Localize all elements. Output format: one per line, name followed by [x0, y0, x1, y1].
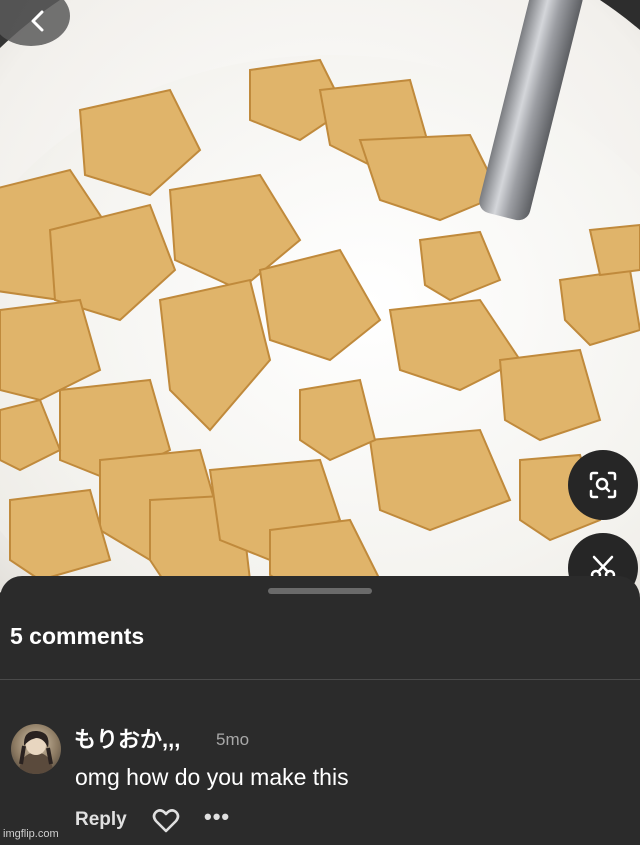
avatar[interactable] — [11, 724, 61, 774]
more-options-button[interactable]: ••• — [204, 804, 230, 830]
chevron-left-icon — [31, 10, 44, 32]
comments-sheet: 5 comments もりおか,,, 5mo omg how do you ma… — [0, 576, 640, 845]
reply-button[interactable]: Reply — [75, 809, 127, 831]
divider — [0, 679, 640, 680]
post-image[interactable] — [0, 0, 640, 600]
sheet-drag-handle[interactable] — [268, 588, 372, 594]
comment-text: omg how do you make this — [75, 764, 349, 790]
heart-outline-icon[interactable] — [152, 808, 180, 834]
watermark: imgflip.com — [3, 828, 59, 840]
visual-search-icon — [589, 471, 617, 499]
visual-search-button[interactable] — [568, 450, 638, 520]
comment-username[interactable]: もりおか,,, — [74, 722, 180, 754]
comment-item: もりおか,,, 5mo omg how do you make this Rep… — [0, 716, 640, 836]
comment-timestamp: 5mo — [216, 730, 250, 749]
comments-count: 5 comments — [10, 623, 145, 649]
avatar-portrait — [19, 730, 53, 774]
